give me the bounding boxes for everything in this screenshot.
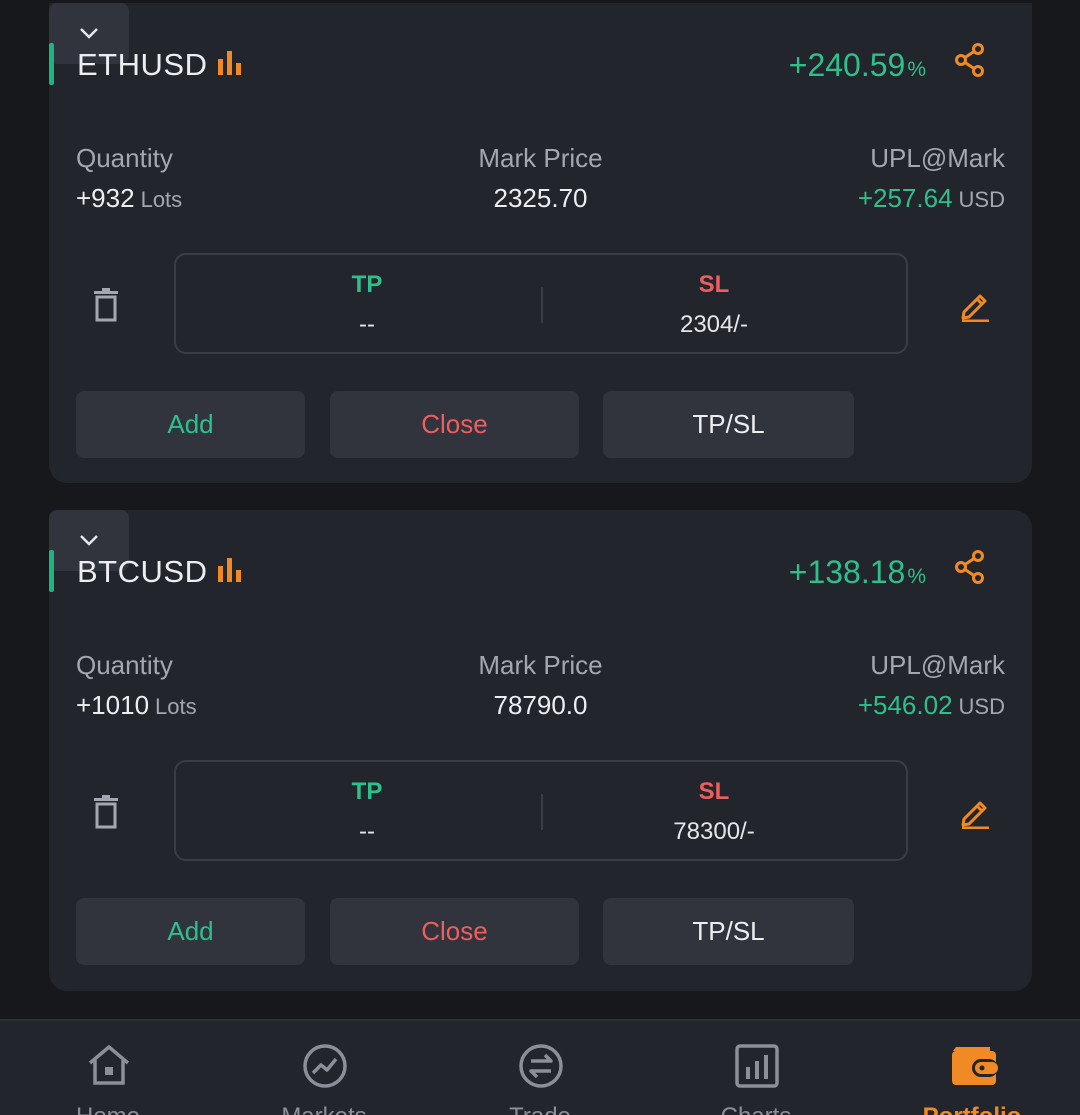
upl-label: UPL@Mark — [870, 143, 1005, 173]
close-button[interactable]: Close — [330, 898, 579, 965]
upl-value: +257.64 USD — [857, 183, 1005, 213]
position-card-btcusd: BTCUSD +138.18% Quantity +1010 Lots Mark … — [49, 510, 1032, 991]
tp-value: -- — [359, 818, 375, 845]
tpsl-button[interactable]: TP/SL — [603, 391, 854, 458]
tab-label: Portfolio — [864, 1103, 1080, 1115]
home-icon — [88, 1045, 130, 1085]
tab-label: Markets — [216, 1103, 432, 1115]
chart-bars-icon[interactable] — [216, 49, 244, 75]
tab-label: Home — [0, 1103, 216, 1115]
close-button[interactable]: Close — [330, 391, 579, 458]
tp-value: -- — [359, 311, 375, 338]
upl-value: +546.02 USD — [857, 690, 1005, 720]
tab-home[interactable]: Home — [0, 1021, 216, 1115]
add-button[interactable]: Add — [76, 898, 305, 965]
share-icon[interactable] — [954, 43, 986, 77]
sl-value: 78300/- — [673, 818, 755, 845]
chevron-down-icon — [80, 535, 98, 546]
tab-markets[interactable]: Markets — [216, 1021, 432, 1115]
tab-trade[interactable]: Trade — [432, 1021, 648, 1115]
trade-icon — [519, 1044, 563, 1088]
sl-label: SL — [698, 778, 730, 805]
position-card-ethusd: ETHUSD +240.59% Quantity +932 Lots Mark P… — [49, 3, 1032, 483]
markets-icon — [303, 1044, 347, 1088]
tab-charts[interactable]: Charts — [648, 1021, 864, 1115]
tab-portfolio[interactable]: Portfolio — [864, 1021, 1080, 1115]
tpsl-divider — [541, 287, 543, 323]
sl-value: 2304/- — [679, 311, 749, 338]
tpsl-panel[interactable]: TP -- SL 78300/- — [174, 760, 908, 861]
bottom-tab-bar: Home Markets Trade Charts — [0, 1019, 1080, 1115]
share-icon[interactable] — [954, 550, 986, 584]
position-symbol[interactable]: ETHUSD — [77, 47, 207, 83]
portfolio-wallet-icon — [952, 1047, 998, 1085]
tpsl-panel[interactable]: TP -- SL 2304/- — [174, 253, 908, 354]
add-button[interactable]: Add — [76, 391, 305, 458]
position-accent-bar — [49, 550, 54, 592]
position-accent-bar — [49, 43, 54, 85]
pnl-percent: +240.59% — [788, 47, 926, 83]
edit-pencil-icon[interactable] — [958, 288, 992, 322]
tab-label: Trade — [432, 1103, 648, 1115]
tpsl-divider — [541, 794, 543, 830]
pnl-percent: +138.18% — [788, 554, 926, 590]
tab-label: Charts — [648, 1103, 864, 1115]
charts-icon — [735, 1044, 779, 1088]
portfolio-screen: ETHUSD +240.59% Quantity +932 Lots Mark P… — [0, 0, 1080, 1115]
position-symbol[interactable]: BTCUSD — [77, 554, 207, 590]
upl-label: UPL@Mark — [870, 650, 1005, 680]
tp-label: TP — [351, 271, 383, 298]
edit-pencil-icon[interactable] — [958, 795, 992, 829]
sl-label: SL — [698, 271, 730, 298]
chart-bars-icon[interactable] — [216, 556, 244, 582]
trash-icon[interactable] — [93, 288, 119, 322]
chevron-down-icon — [80, 28, 98, 39]
tp-label: TP — [351, 778, 383, 805]
trash-icon[interactable] — [93, 795, 119, 829]
tpsl-button[interactable]: TP/SL — [603, 898, 854, 965]
